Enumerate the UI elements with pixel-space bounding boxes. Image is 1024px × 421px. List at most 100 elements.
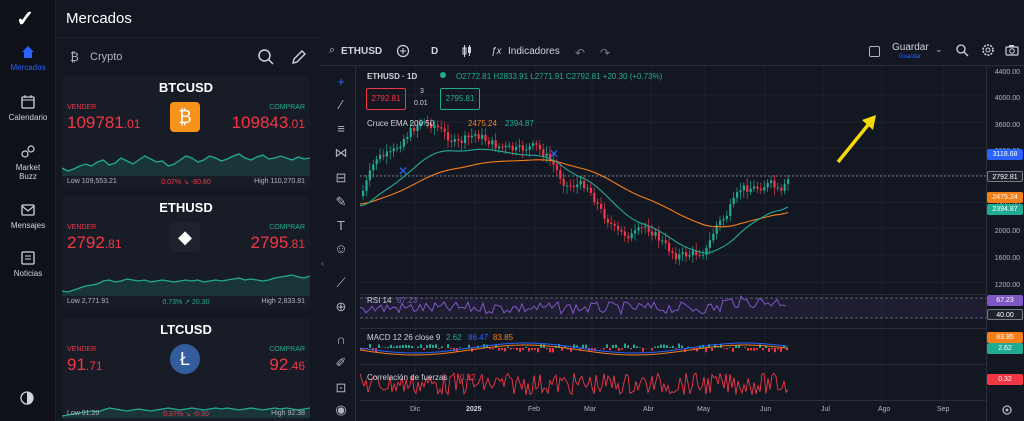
buy-price-main: 2795 [250, 233, 289, 252]
macd-histogram-bar [450, 348, 452, 349]
buy-price-button[interactable]: 92.46 [269, 355, 305, 375]
market-card-btcusd[interactable]: BTCUSD VENDER COMPRAR 109781.01 109843.01 ₿ Lo… [62, 76, 310, 189]
macd-histogram-bar [447, 344, 449, 348]
brand-logo-icon[interactable]: ✓ [16, 6, 42, 32]
macd-histogram-bar [756, 348, 758, 350]
price-tag: 67.23 [987, 295, 1023, 306]
buy-price-button[interactable]: 2795.81 [250, 233, 305, 253]
collapse-panel-icon[interactable]: ‹ [321, 258, 324, 268]
edit-icon[interactable] [290, 48, 308, 66]
macd-histogram-bar [384, 347, 386, 348]
candle [698, 254, 701, 256]
candle [729, 204, 732, 216]
candles-icon[interactable] [460, 44, 474, 58]
sell-price-decimals: .71 [85, 359, 103, 373]
sell-price-button[interactable]: 91.71 [67, 355, 103, 375]
search-icon[interactable] [257, 48, 275, 66]
eye-icon[interactable]: ◉ [333, 402, 349, 418]
nav-item-noticias[interactable]: Noticias [0, 250, 56, 278]
x-tick-label: Mar [584, 406, 597, 413]
candle [464, 135, 467, 144]
price-tag: 0.32 [987, 374, 1023, 385]
candle [362, 190, 365, 196]
emoji-icon[interactable]: ☺ [333, 241, 349, 257]
brush-icon[interactable]: ✎ [333, 194, 349, 210]
candle [708, 240, 711, 248]
nav-label: Market Buzz [15, 163, 41, 181]
nav-item-market-buzz[interactable]: Market Buzz [0, 144, 56, 181]
candle [389, 151, 392, 153]
axis-settings-icon[interactable] [1001, 404, 1013, 416]
market-card-ltcusd[interactable]: LTCUSD VENDER COMPRAR 91.71 92.46 Ł Low 91.20 0… [62, 318, 310, 421]
macd-histogram-bar [738, 345, 740, 348]
candle [409, 128, 412, 137]
candle [521, 145, 524, 151]
market-card-ethusd[interactable]: ETHUSD VENDER COMPRAR 2792.81 2795.81 ◆ Low 2,… [62, 196, 310, 309]
pattern-icon[interactable]: ⋈ [333, 145, 349, 161]
candle [780, 187, 783, 191]
buy-price-button[interactable]: 2795.81 [440, 88, 480, 110]
candle [651, 231, 654, 236]
fib-lines-icon[interactable]: ≡ [333, 121, 349, 137]
card-symbol: ETHUSD [159, 200, 213, 215]
candle [453, 139, 456, 142]
quick-search-icon[interactable] [955, 43, 969, 57]
sparkline-area [62, 154, 310, 176]
sell-price-button[interactable]: 109781.01 [67, 113, 140, 133]
indicators-icon[interactable]: ƒx [491, 46, 502, 57]
macd-histogram-bar [780, 348, 782, 352]
price-tag: 2.62 [987, 343, 1023, 354]
x-tick-label: Abr [643, 406, 654, 413]
buy-price-main: 92 [269, 355, 289, 374]
candle [436, 125, 439, 128]
symbol-selector[interactable]: ETHUSD [341, 46, 382, 57]
theme-toggle-icon[interactable] [19, 390, 35, 406]
symbol-search-icon[interactable]: ⌕ [329, 44, 335, 57]
macd-histogram-bar [639, 347, 641, 348]
settings-gear-icon[interactable] [981, 43, 995, 57]
candle [783, 183, 786, 191]
lock-drawing-icon[interactable]: ✐ [333, 355, 349, 371]
sell-price-button[interactable]: 2792.81 [366, 88, 406, 110]
layout-icon[interactable] [869, 46, 880, 57]
candle [657, 232, 660, 241]
crypto-category-icon: ₿ [70, 50, 79, 64]
zoom-in-icon[interactable]: ⊕ [333, 299, 349, 315]
ruler-icon[interactable]: ⟋ [333, 275, 349, 291]
nav-item-calendario[interactable]: Calendario [0, 94, 56, 122]
undo-icon[interactable]: ↶ [575, 46, 585, 60]
candle [773, 180, 776, 188]
lock-icon[interactable]: ⊡ [333, 380, 349, 396]
sell-price-button[interactable]: 2792.81 [67, 233, 122, 253]
projection-icon[interactable]: ⊟ [333, 170, 349, 186]
interval-selector[interactable]: D [431, 46, 438, 57]
price-chart[interactable]: ✕✕ [360, 66, 986, 421]
text-icon[interactable]: T [333, 218, 349, 234]
ema-200-line [360, 159, 789, 228]
macd-histogram-bar [723, 348, 725, 349]
price-axis[interactable] [986, 66, 1024, 421]
compare-add-icon[interactable] [396, 44, 410, 58]
save-button[interactable]: Guardar [892, 42, 929, 53]
crosshair-icon[interactable]: + [333, 74, 349, 90]
macd-histogram-bar [744, 347, 746, 348]
candle [736, 192, 739, 198]
macd-histogram-bar [531, 348, 533, 351]
redo-icon[interactable]: ↷ [600, 46, 610, 60]
trading-app: ✓ Mercados Calendario Market Buzz Mensaj… [0, 0, 1024, 421]
nav-item-mercados[interactable]: Mercados [0, 44, 56, 72]
nav-item-mensajes[interactable]: Mensajes [0, 202, 56, 230]
coin-logo-icon: ◆ [170, 222, 200, 252]
chevron-down-icon[interactable]: ⌄ [935, 44, 943, 55]
macd-histogram-bar [549, 348, 551, 353]
indicators-button[interactable]: Indicadores [508, 46, 560, 57]
buy-price-button[interactable]: 109843.01 [232, 113, 305, 133]
category-label[interactable]: Crypto [90, 51, 122, 63]
macd-histogram-bar [510, 348, 512, 350]
camera-icon[interactable] [1005, 43, 1019, 57]
candle [562, 178, 565, 186]
trendline-icon[interactable]: ⁄ [333, 97, 349, 113]
pane-divider [360, 364, 986, 365]
magnet-icon[interactable]: ∩ [333, 332, 349, 348]
candle [467, 135, 470, 138]
